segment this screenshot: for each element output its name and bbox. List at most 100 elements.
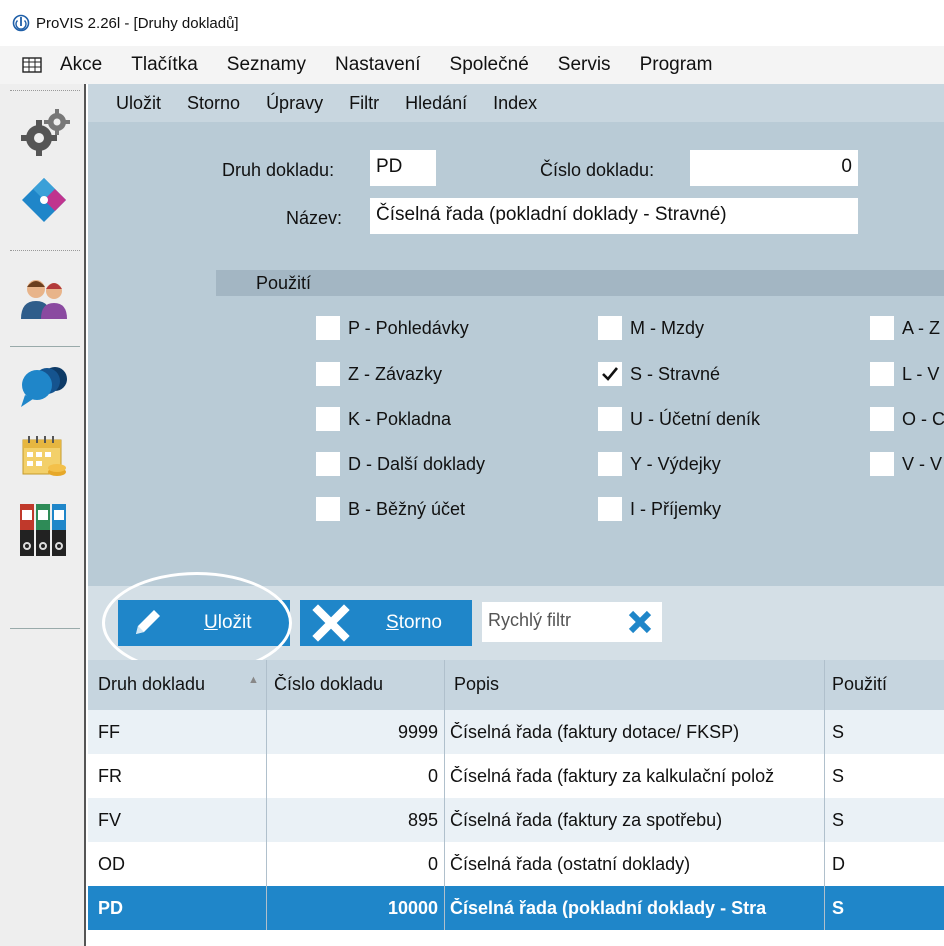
checkbox-box[interactable] — [598, 316, 622, 340]
menu-ulozit[interactable]: Uložit — [116, 93, 161, 114]
menu-index[interactable]: Index — [493, 93, 537, 114]
usage-checkbox[interactable]: B - Běžný účet — [316, 497, 465, 521]
druh-input[interactable]: PD — [370, 150, 436, 186]
col-header-pouziti[interactable]: Použití — [832, 674, 887, 695]
cell-popis: Číselná řada (ostatní doklady) — [450, 854, 691, 874]
menu-seznamy[interactable]: Seznamy — [227, 54, 306, 76]
highlight-circle — [102, 572, 292, 674]
menu-tlacitka[interactable]: Tlačítka — [131, 54, 198, 76]
title-bar: ProVIS 2.26l - [Druhy dokladů] — [0, 0, 944, 46]
menu-bar: Akce Tlačítka Seznamy Nastavení Společné… — [0, 46, 944, 84]
druh-label: Druh dokladu: — [222, 160, 335, 180]
puzzle-icon[interactable] — [14, 172, 74, 228]
usage-checkbox[interactable]: I - Příjemky — [598, 497, 721, 521]
nazev-input[interactable]: Číselná řada (pokladní doklady - Stravné… — [370, 198, 858, 234]
col-header-cislo[interactable]: Číslo dokladu — [274, 674, 383, 695]
gears-icon[interactable] — [14, 106, 74, 162]
app-logo-icon — [12, 14, 30, 32]
checkbox-box[interactable] — [316, 452, 340, 476]
usage-checkbox[interactable]: O - C — [870, 407, 944, 431]
column-divider — [444, 660, 445, 930]
table-row[interactable]: FV 895 Číselná řada (faktury za spotřebu) S — [88, 798, 944, 842]
checkbox-box[interactable] — [598, 497, 622, 521]
cell-popis: Číselná řada (faktury za kalkulační polo… — [450, 766, 775, 786]
checkbox-box[interactable] — [870, 316, 894, 340]
button-bar: Uložit Storno Rychlý filtr — [88, 572, 944, 674]
users-icon[interactable] — [14, 270, 74, 326]
sort-asc-icon: ▲ — [248, 674, 259, 686]
close-icon — [312, 604, 350, 642]
usage-checkbox[interactable]: M - Mzdy — [598, 316, 704, 340]
sidebar — [0, 84, 86, 946]
menu-upravy[interactable]: Úpravy — [266, 93, 323, 114]
clear-filter-icon[interactable] — [626, 608, 654, 636]
cell-pouziti: S — [832, 722, 845, 742]
table-row[interactable]: PD 10000 Číselná řada (pokladní doklady - … — [88, 886, 944, 930]
cancel-button[interactable]: Storno — [300, 600, 472, 646]
column-divider — [824, 660, 825, 930]
menu-filtr[interactable]: Filtr — [349, 93, 379, 114]
table-icon[interactable] — [22, 57, 42, 73]
checkbox-box[interactable] — [598, 407, 622, 431]
chat-heads-icon[interactable] — [14, 356, 74, 412]
usage-checkbox[interactable]: U - Účetní deník — [598, 407, 760, 431]
table-row[interactable]: OD 0 Číselná řada (ostatní doklady) D — [88, 842, 944, 886]
table-row[interactable]: FF 9999 Číselná řada (faktury dotace/ FKSP… — [88, 710, 944, 754]
col-header-popis[interactable]: Popis — [454, 674, 499, 695]
checkbox-box[interactable] — [316, 362, 340, 386]
cell-cislo: 895 — [407, 810, 438, 830]
sidebar-separator — [10, 90, 80, 91]
quick-filter-placeholder: Rychlý filtr — [488, 610, 572, 630]
checkbox-box[interactable] — [316, 497, 340, 521]
table-row[interactable]: FR 0 Číselná řada (faktury za kalkulační p… — [88, 754, 944, 798]
quick-filter-input[interactable]: Rychlý filtr — [482, 602, 662, 642]
nazev-label: Název: — [286, 208, 343, 228]
sidebar-separator — [10, 250, 80, 251]
usage-checkbox[interactable]: P - Pohledávky — [316, 316, 469, 340]
cell-druh: OD — [98, 854, 125, 874]
usage-checkbox[interactable]: Y - Výdejky — [598, 452, 721, 476]
menu-storno[interactable]: Storno — [187, 93, 240, 114]
usage-checkbox[interactable]: K - Pokladna — [316, 407, 451, 431]
checkbox-box[interactable] — [316, 407, 340, 431]
usage-checkbox[interactable]: V - V — [870, 452, 942, 476]
cell-pouziti: S — [832, 766, 845, 786]
cell-popis: Číselná řada (pokladní doklady - Stra — [450, 898, 767, 918]
binders-icon[interactable] — [14, 502, 74, 558]
cislo-input[interactable]: 0 — [690, 150, 858, 186]
usage-header: Použití — [216, 270, 944, 296]
cell-pouziti: S — [832, 898, 845, 918]
cell-druh: FV — [98, 810, 122, 830]
menu-akce[interactable]: Akce — [60, 54, 102, 76]
cell-cislo: 10000 — [387, 898, 438, 918]
table-header: Druh dokladu ▲ Číslo dokladu Popis Použi… — [88, 660, 944, 710]
sidebar-divider — [10, 628, 80, 629]
sidebar-divider — [10, 346, 80, 347]
menu-hledani[interactable]: Hledání — [405, 93, 467, 114]
cell-cislo: 0 — [427, 854, 438, 874]
checkbox-box[interactable] — [870, 407, 894, 431]
cell-druh: FR — [98, 766, 122, 786]
col-header-druh[interactable]: Druh dokladu — [98, 674, 205, 695]
column-divider — [266, 660, 267, 930]
cell-popis: Číselná řada (faktury za spotřebu) — [450, 810, 723, 830]
checkbox-box[interactable] — [598, 452, 622, 476]
checkmark-icon[interactable] — [598, 362, 622, 386]
usage-checkbox[interactable]: D - Další doklady — [316, 452, 485, 476]
menu-nastaveni[interactable]: Nastavení — [335, 54, 421, 76]
menu-program[interactable]: Program — [640, 54, 713, 76]
menu-spolecne[interactable]: Společné — [450, 54, 529, 76]
content-area: Uložit Storno Úpravy Filtr Hledání Index… — [88, 84, 944, 946]
checkbox-box[interactable] — [316, 316, 340, 340]
menu-servis[interactable]: Servis — [558, 54, 611, 76]
calendar-icon[interactable] — [14, 430, 74, 486]
checkbox-box[interactable] — [870, 452, 894, 476]
usage-checkbox[interactable]: L - V — [870, 362, 939, 386]
usage-checkbox[interactable]: A - Z — [870, 316, 940, 340]
window-title: ProVIS 2.26l - [Druhy dokladů] — [36, 14, 239, 32]
usage-checkbox-stravne[interactable]: S - Stravné — [598, 362, 720, 386]
usage-checkbox[interactable]: Z - Závazky — [316, 362, 442, 386]
action-menu: Uložit Storno Úpravy Filtr Hledání Index — [88, 84, 944, 122]
cell-druh: PD — [98, 898, 124, 918]
checkbox-box[interactable] — [870, 362, 894, 386]
